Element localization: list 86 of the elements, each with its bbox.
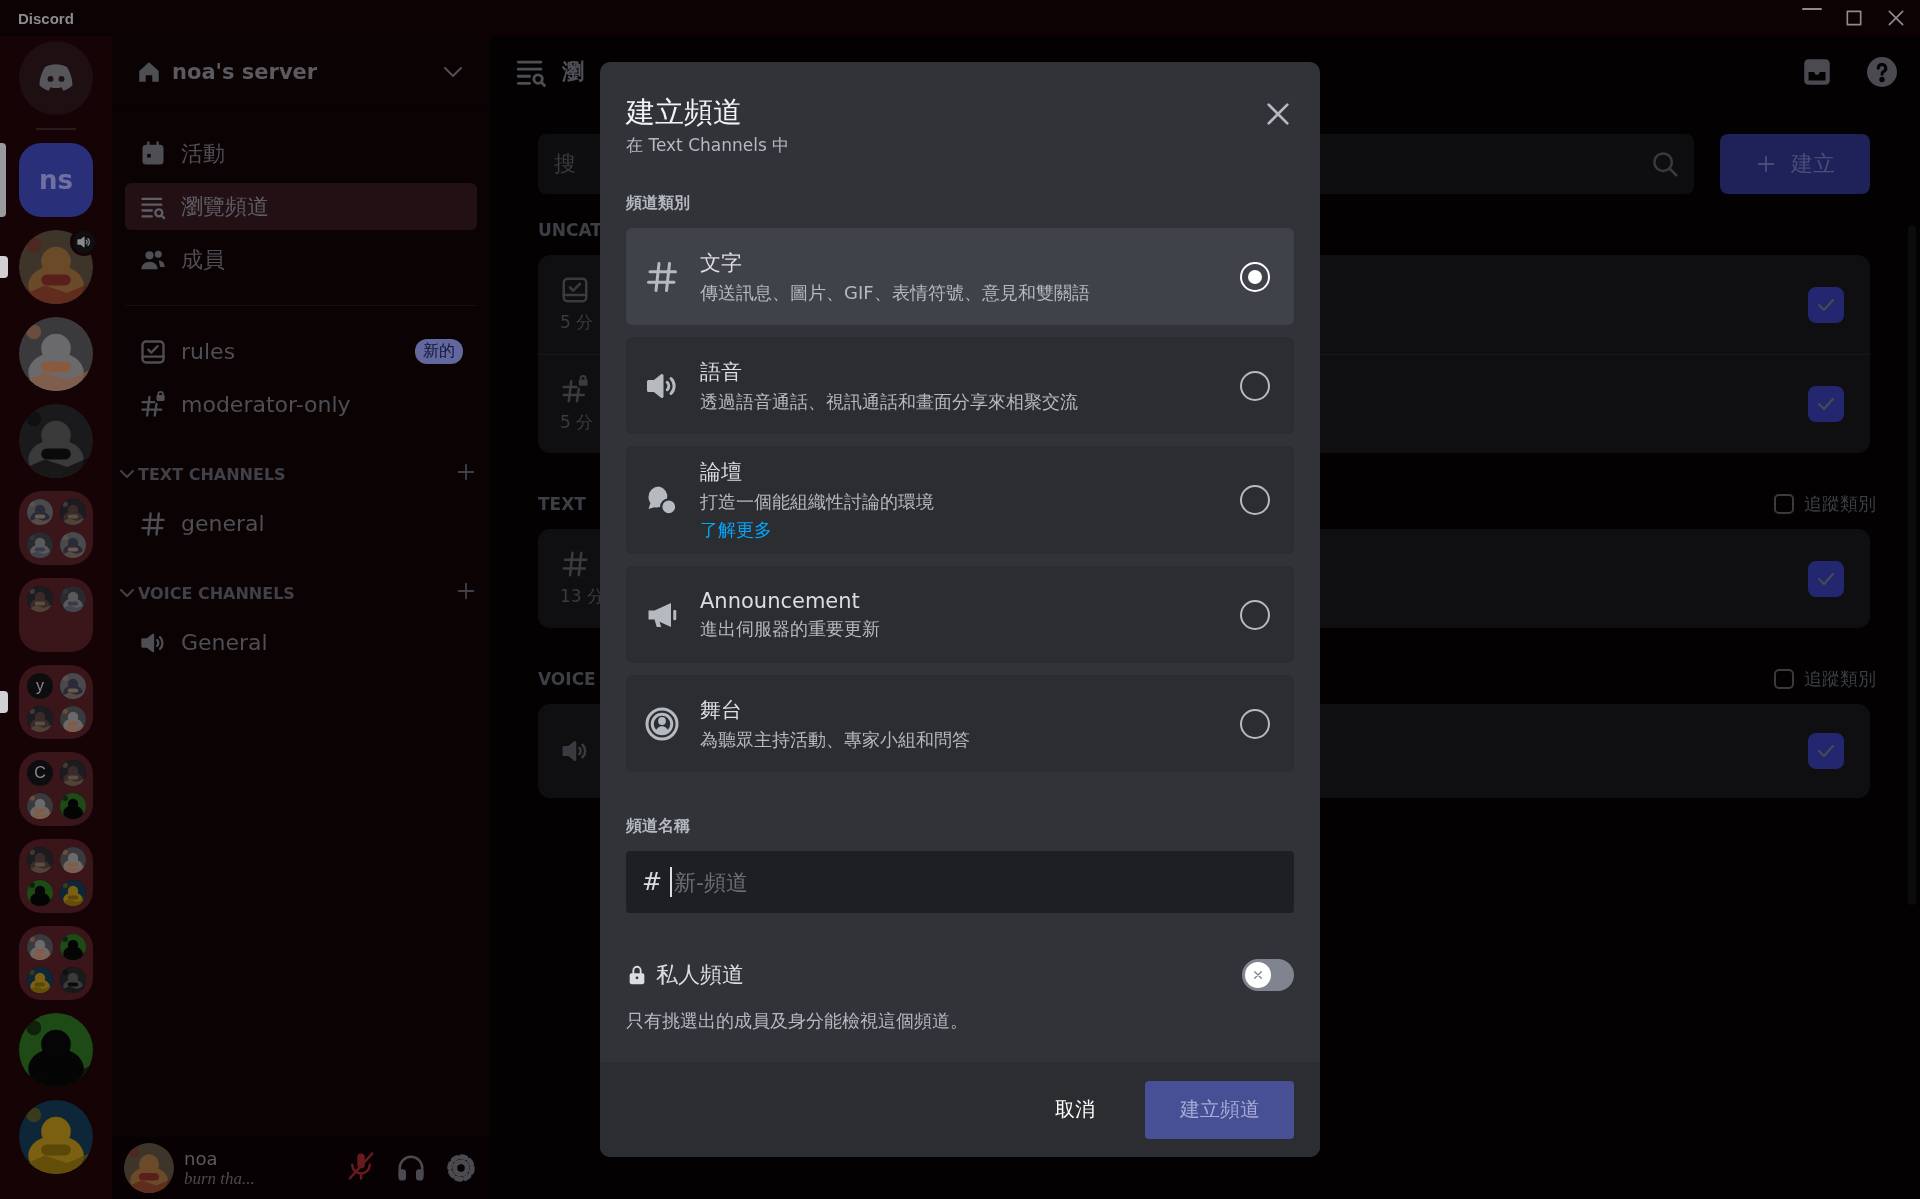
option-title: 語音 <box>700 358 743 386</box>
toggle-switch[interactable] <box>1242 959 1294 991</box>
plus-icon <box>455 461 477 483</box>
speaker-icon <box>76 234 92 250</box>
option-title: 舞台 <box>700 696 743 724</box>
follow-checkbox[interactable] <box>1808 386 1844 422</box>
server-name[interactable]: noa's server <box>172 59 434 84</box>
follow-label[interactable]: 追蹤類別 <box>1804 492 1876 516</box>
dialog-subtitle: 在 Text Channels 中 <box>626 134 790 157</box>
server-folder[interactable] <box>19 578 93 652</box>
channel-type-option[interactable]: Announcement 進出伺服器的重要更新 <box>626 566 1294 663</box>
minimize-icon <box>1802 8 1822 10</box>
follow-checkbox[interactable] <box>1774 494 1794 514</box>
learn-more-link[interactable]: 了解更多 <box>700 519 772 540</box>
field-label: 頻道名稱 <box>626 816 691 837</box>
checked-board-icon <box>139 337 167 366</box>
plus-icon <box>1755 153 1777 175</box>
channel-type-option[interactable]: 舞台 為聽眾主持活動、專家小組和問答 <box>626 675 1294 772</box>
option-title: 論壇 <box>700 459 743 486</box>
cancel-button[interactable]: 取消 <box>1035 1080 1115 1139</box>
user-status: burn tha... <box>184 1168 255 1189</box>
option-description: 為聽眾主持活動、專家小組和問答 <box>700 727 971 752</box>
channel-type-option[interactable]: 語音 透過語音通話、視訊通話和畫面分享來相聚交流 <box>626 337 1294 434</box>
plus-icon <box>455 580 477 602</box>
hash-icon <box>560 549 590 579</box>
option-description: 透過語音通話、視訊通話和畫面分享來相聚交流 <box>700 389 1079 414</box>
channel-item[interactable]: General <box>125 619 477 666</box>
locked-hash-icon <box>560 374 590 405</box>
checked-board-icon <box>560 275 590 305</box>
app-title: Discord <box>18 9 74 27</box>
follow-checkbox[interactable] <box>1808 560 1844 597</box>
new-badge: 新的 <box>415 339 463 364</box>
locked-hash-icon <box>139 390 167 419</box>
headphones-icon <box>396 1153 426 1183</box>
radio-button[interactable] <box>1240 370 1270 401</box>
channel-type-option[interactable]: 文字 傳送訊息、圖片、GIF、表情符號、意見和雙關語 <box>626 228 1294 325</box>
radio-button[interactable] <box>1240 485 1270 515</box>
follow-checkbox[interactable] <box>1774 669 1794 689</box>
channel-name-field[interactable]: 新-頻道 <box>670 867 1278 897</box>
server-folder[interactable] <box>19 839 93 913</box>
radio-button[interactable] <box>1240 599 1270 630</box>
page-title: 瀏 <box>562 58 584 86</box>
muted-mic-icon <box>346 1151 376 1181</box>
user-name: noa <box>184 1147 219 1169</box>
chevron-down-icon <box>444 66 462 77</box>
field-label: 頻道類別 <box>626 193 691 214</box>
radio-button[interactable] <box>1240 708 1270 739</box>
channel-name-box[interactable]: # 新-頻道 <box>626 851 1294 913</box>
help-icon <box>1864 54 1900 90</box>
server-icon[interactable]: ns <box>19 143 93 217</box>
follow-checkbox[interactable] <box>1808 733 1844 769</box>
close-icon <box>1886 8 1906 28</box>
server-folder[interactable] <box>19 491 93 565</box>
option-description: 進出伺服器的重要更新 <box>700 616 881 641</box>
category-header[interactable]: TEXT CHANNELS <box>138 464 286 484</box>
option-description: 傳送訊息、圖片、GIF、表情符號、意見和雙關語 <box>700 280 1091 305</box>
server-icon[interactable]: C <box>27 760 53 786</box>
private-channel-description: 只有挑選出的成員及身分能檢視這個頻道。 <box>626 1009 969 1033</box>
hash-icon <box>139 509 167 538</box>
section-label: TEXT <box>538 494 586 514</box>
maximize-icon <box>1844 8 1864 28</box>
channel-item[interactable]: rules 新的 <box>125 328 477 375</box>
section-label: UNCAT <box>538 220 602 240</box>
follow-label[interactable]: 追蹤類別 <box>1804 667 1876 691</box>
category-header[interactable]: VOICE CHANNELS <box>138 583 295 603</box>
nav-item[interactable]: 活動 <box>125 130 477 177</box>
search-icon <box>1650 149 1680 179</box>
option-title: Announcement <box>700 588 861 613</box>
server-folder[interactable] <box>19 926 93 1000</box>
nav-item[interactable]: 瀏覽頻道 <box>125 183 477 230</box>
channel-type-option[interactable]: 論壇 打造一個能組織性討論的環境 了解更多 <box>626 446 1294 554</box>
server-folder[interactable]: y <box>19 665 93 739</box>
broadcast-icon <box>644 705 680 742</box>
private-channel-label: 私人頻道 <box>656 961 744 989</box>
nav-item[interactable]: 成員 <box>125 236 477 283</box>
server-folder[interactable]: C <box>19 752 93 826</box>
dialog-title: 建立頻道 <box>626 94 743 131</box>
channel-item[interactable]: general <box>125 500 477 547</box>
channel-item[interactable]: moderator-only <box>125 381 477 428</box>
server-icon[interactable]: y <box>27 673 53 699</box>
hash-prefix: # <box>642 868 663 896</box>
option-title: 文字 <box>700 249 743 277</box>
follow-checkbox[interactable] <box>1808 286 1844 323</box>
option-description: 打造一個能組織性討論的環境 <box>700 490 935 514</box>
section-label: VOICE <box>538 669 596 689</box>
settings-icon <box>446 1153 476 1183</box>
